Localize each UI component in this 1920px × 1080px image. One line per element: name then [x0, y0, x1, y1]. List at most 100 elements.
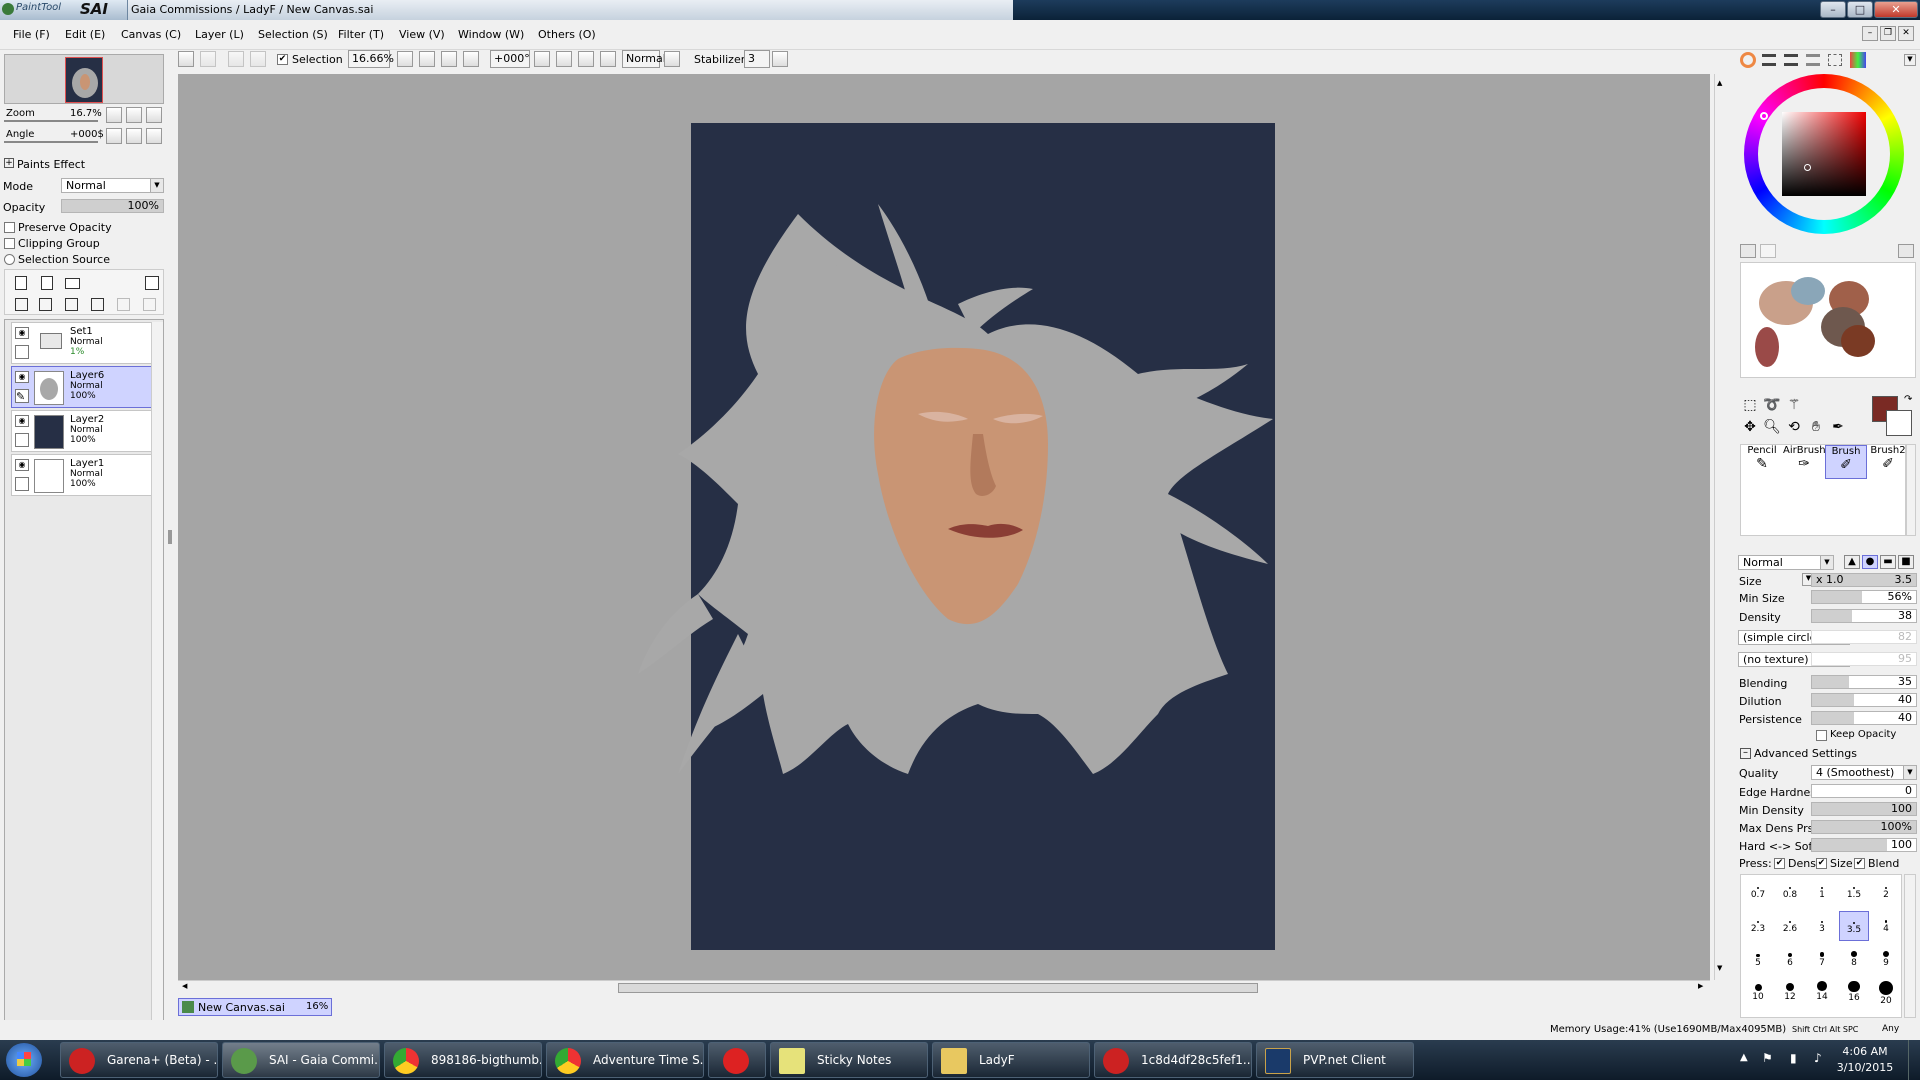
angle-field[interactable]: +000°	[490, 50, 530, 68]
taskbar-item-image[interactable]: 1c8d4df28c5fef1...	[1094, 1042, 1252, 1078]
keep-opacity-checkbox[interactable]	[1816, 730, 1827, 741]
stabilizer-dropdown-icon[interactable]	[772, 51, 788, 67]
clock-date[interactable]: 3/10/2015	[1836, 1061, 1894, 1074]
move-tool-icon[interactable]: ✥	[1740, 418, 1760, 436]
taskbar-item-garena[interactable]: Garena+ (Beta) - ...	[60, 1042, 218, 1078]
size-grid-scrollbar[interactable]	[1904, 874, 1916, 1018]
size-slider[interactable]: x 1.0 3.5	[1811, 573, 1917, 587]
delete-layer-icon[interactable]	[91, 298, 104, 311]
menu-filter[interactable]: Filter (T)	[338, 28, 384, 41]
volume-icon[interactable]: ♪	[1814, 1051, 1822, 1065]
deselect-icon[interactable]	[228, 51, 244, 67]
canvas-viewport[interactable]	[178, 74, 1710, 980]
clear-layer-icon[interactable]	[65, 298, 78, 311]
horizontal-scrollbar[interactable]: ◀ ▶	[178, 980, 1710, 994]
flat-shape-icon[interactable]: ▬	[1880, 555, 1896, 569]
preserve-opacity-checkbox[interactable]	[4, 222, 15, 233]
square-shape-icon[interactable]: ■	[1898, 555, 1914, 569]
angle-slider[interactable]	[4, 141, 98, 143]
show-hidden-icons-icon[interactable]: ▲	[1740, 1052, 1748, 1063]
marquee-tool-icon[interactable]: ⬚	[1740, 396, 1760, 414]
visibility-eye-icon[interactable]: ◉	[15, 371, 29, 383]
taskbar-item-sai[interactable]: SAI - Gaia Commi...	[222, 1042, 380, 1078]
brush-size-cell[interactable]: 0.8	[1775, 877, 1805, 907]
shape-amount-slider[interactable]: 82	[1811, 630, 1917, 644]
edge-hardness-slider[interactable]: 0	[1811, 784, 1917, 798]
taskbar-item-chrome-1[interactable]: 898186-bigthumb...	[384, 1042, 542, 1078]
brush-size-cell[interactable]: 14	[1807, 979, 1837, 1009]
swap-arrow-icon[interactable]: ↷	[1904, 394, 1912, 405]
quality-select[interactable]: 4 (Smoothest) ▼	[1811, 765, 1917, 780]
rotate-tool-icon[interactable]: ⟲	[1784, 418, 1804, 436]
brush-size-cell[interactable]: 9	[1871, 945, 1901, 975]
start-button[interactable]	[6, 1043, 42, 1077]
new-linework-layer-icon[interactable]	[41, 276, 53, 290]
sharp-shape-icon[interactable]: ▲	[1844, 555, 1860, 569]
zoom-in-icon[interactable]	[441, 51, 457, 67]
zoom-reset-icon[interactable]	[463, 51, 479, 67]
pencil-tool[interactable]: Pencil ✎	[1741, 445, 1783, 479]
lasso-tool-icon[interactable]: ➰	[1762, 396, 1782, 414]
mdi-minimize-button[interactable]: –	[1862, 26, 1878, 41]
zoom-slider[interactable]	[4, 120, 98, 122]
zoom-field[interactable]: 16.66%	[348, 50, 394, 68]
layer-item-layer1[interactable]: ◉ Layer1 Normal 100%	[11, 454, 153, 496]
brush-size-cell[interactable]: 0.7	[1743, 877, 1773, 907]
nav-zoom-in-icon[interactable]	[126, 107, 142, 123]
hard-soft-slider[interactable]: 100	[1811, 838, 1917, 852]
color-wheel-tab-icon[interactable]	[1740, 52, 1756, 68]
collapse-icon[interactable]: –	[1740, 748, 1751, 759]
brush-size-cell[interactable]: 2.3	[1743, 911, 1773, 941]
scroll-right-icon[interactable]: ▶	[1698, 982, 1703, 990]
flip-view-icon[interactable]	[664, 51, 680, 67]
scroll-thumb[interactable]	[618, 983, 1258, 993]
document-tab[interactable]: New Canvas.sai 16%	[178, 998, 332, 1016]
minimize-button[interactable]: –	[1820, 1, 1846, 18]
transfer-down-icon[interactable]	[15, 298, 28, 311]
lock-icon[interactable]	[15, 433, 29, 447]
brush-size-cell[interactable]: 3.5	[1839, 911, 1869, 941]
close-button[interactable]: ✕	[1874, 1, 1918, 18]
clipping-group-checkbox[interactable]	[4, 238, 15, 249]
persistence-slider[interactable]: 40	[1811, 711, 1917, 725]
nav-rotate-right-icon[interactable]	[126, 128, 142, 144]
scroll-up-icon[interactable]: ▲	[1717, 79, 1727, 89]
mdi-close-button[interactable]: ✕	[1898, 26, 1914, 41]
color-wheel[interactable]	[1744, 74, 1904, 234]
color-square[interactable]	[1782, 112, 1866, 196]
taskbar-item-ladyf[interactable]: LadyF	[932, 1042, 1090, 1078]
visibility-eye-icon[interactable]: ◉	[15, 459, 29, 471]
visibility-eye-icon[interactable]: ◉	[15, 415, 29, 427]
taskbar-item-chrome-2[interactable]: Adventure Time S...	[546, 1042, 704, 1078]
layer-mask-icon[interactable]	[145, 276, 159, 290]
brush-size-cell[interactable]: 1.5	[1839, 877, 1869, 907]
stabilizer-field[interactable]: 3	[744, 50, 770, 68]
press-size-checkbox[interactable]: ✔	[1816, 858, 1827, 869]
transparent-color-icon[interactable]	[1760, 244, 1776, 258]
brush-size-cell[interactable]: 4	[1871, 911, 1901, 941]
taskbar-item-pvp[interactable]: PVP.net Client	[1256, 1042, 1414, 1078]
brush-blend-select[interactable]: Normal ▼	[1738, 555, 1834, 570]
menu-file[interactable]: File (F)	[13, 28, 50, 41]
density-slider[interactable]: 38	[1811, 609, 1917, 623]
menu-others[interactable]: Others (O)	[538, 28, 596, 41]
nav-zoom-reset-icon[interactable]	[146, 107, 162, 123]
scratchpad[interactable]	[1740, 262, 1916, 378]
layer-item-layer2[interactable]: ◉ Layer2 Normal 100%	[11, 410, 153, 452]
expand-icon[interactable]: +	[4, 158, 14, 168]
new-layer-icon[interactable]	[15, 276, 27, 290]
delete-mask-icon[interactable]	[143, 298, 156, 311]
redo-icon[interactable]	[200, 51, 216, 67]
menu-window[interactable]: Window (W)	[458, 28, 524, 41]
lock-icon[interactable]	[15, 477, 29, 491]
view-mode-field[interactable]: Normal	[622, 50, 666, 68]
zoom-dropdown-icon[interactable]	[397, 51, 413, 67]
menu-canvas[interactable]: Canvas (C)	[121, 28, 181, 41]
brush-size-cell[interactable]: 3	[1807, 911, 1837, 941]
mdi-restore-button[interactable]: ❐	[1880, 26, 1896, 41]
undo-icon[interactable]	[178, 51, 194, 67]
menu-view[interactable]: View (V)	[399, 28, 445, 41]
invert-selection-icon[interactable]	[250, 51, 266, 67]
apply-mask-icon[interactable]	[117, 298, 130, 311]
network-icon[interactable]: ▮	[1790, 1051, 1797, 1065]
